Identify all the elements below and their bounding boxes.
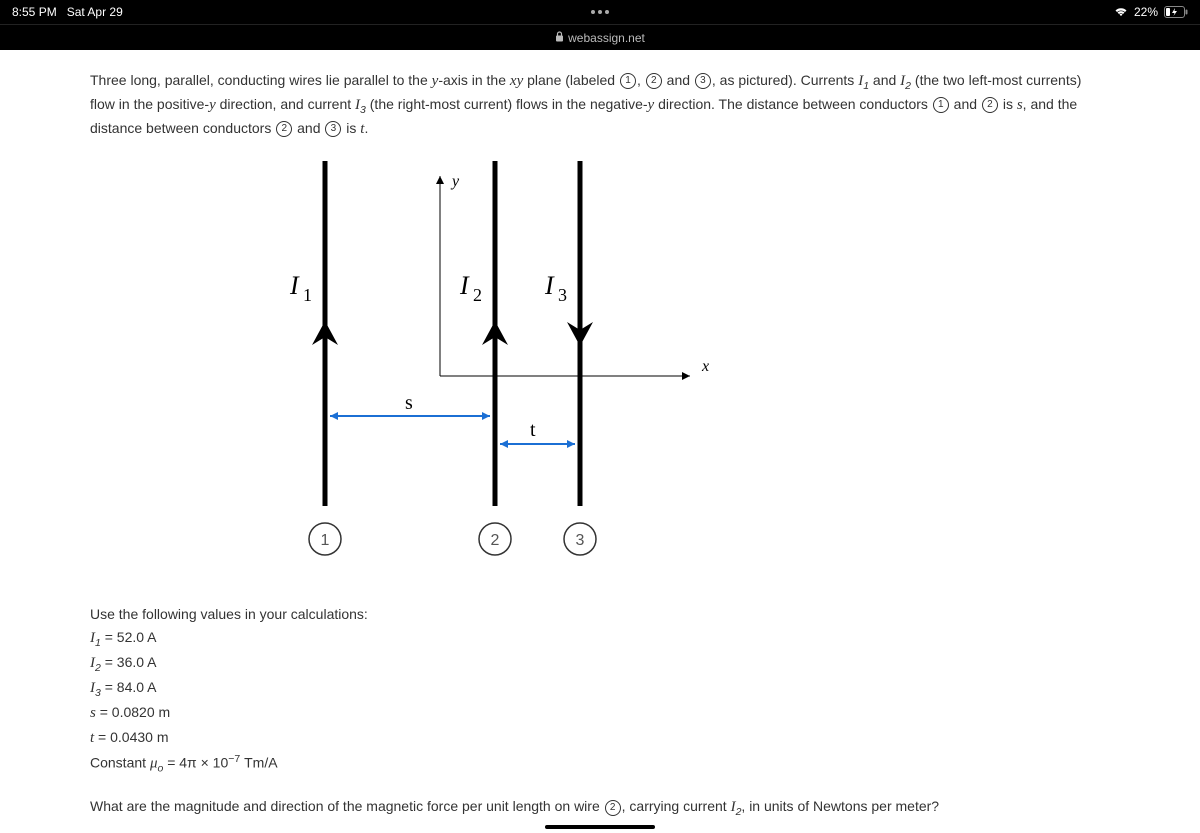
multitask-dots[interactable] [591,10,609,14]
svg-text:3: 3 [558,285,567,305]
svg-text:x: x [701,358,709,375]
svg-text:I: I [544,271,555,300]
status-time: 8:55 PM [12,5,57,19]
svg-text:2: 2 [491,532,500,549]
diagram: x y I 1 I 2 I 3 s [270,151,730,571]
status-bar: 8:55 PM Sat Apr 29 22% [0,0,1200,24]
svg-text:3: 3 [576,532,585,549]
svg-text:t: t [530,419,536,441]
problem-statement: Three long, parallel, conducting wires l… [90,70,1110,141]
battery-percent: 22% [1134,5,1158,19]
question-text: What are the magnitude and direction of … [90,796,1110,820]
problem-content: Three long, parallel, conducting wires l… [0,50,1200,821]
svg-text:I: I [289,271,300,300]
svg-text:I: I [459,271,470,300]
values-header: Use the following values in your calcula… [90,604,1110,626]
lock-icon [555,31,564,45]
svg-text:2: 2 [473,285,482,305]
browser-url-bar[interactable]: webassign.net [0,24,1200,50]
wifi-icon [1114,7,1128,17]
battery-icon [1164,6,1188,18]
svg-text:s: s [405,392,413,414]
svg-text:1: 1 [303,285,312,305]
url-text: webassign.net [568,31,645,45]
given-values: Use the following values in your calcula… [90,604,1110,776]
status-date: Sat Apr 29 [67,5,123,19]
home-indicator[interactable] [545,825,655,829]
svg-text:y: y [450,173,460,190]
svg-text:1: 1 [321,532,330,549]
